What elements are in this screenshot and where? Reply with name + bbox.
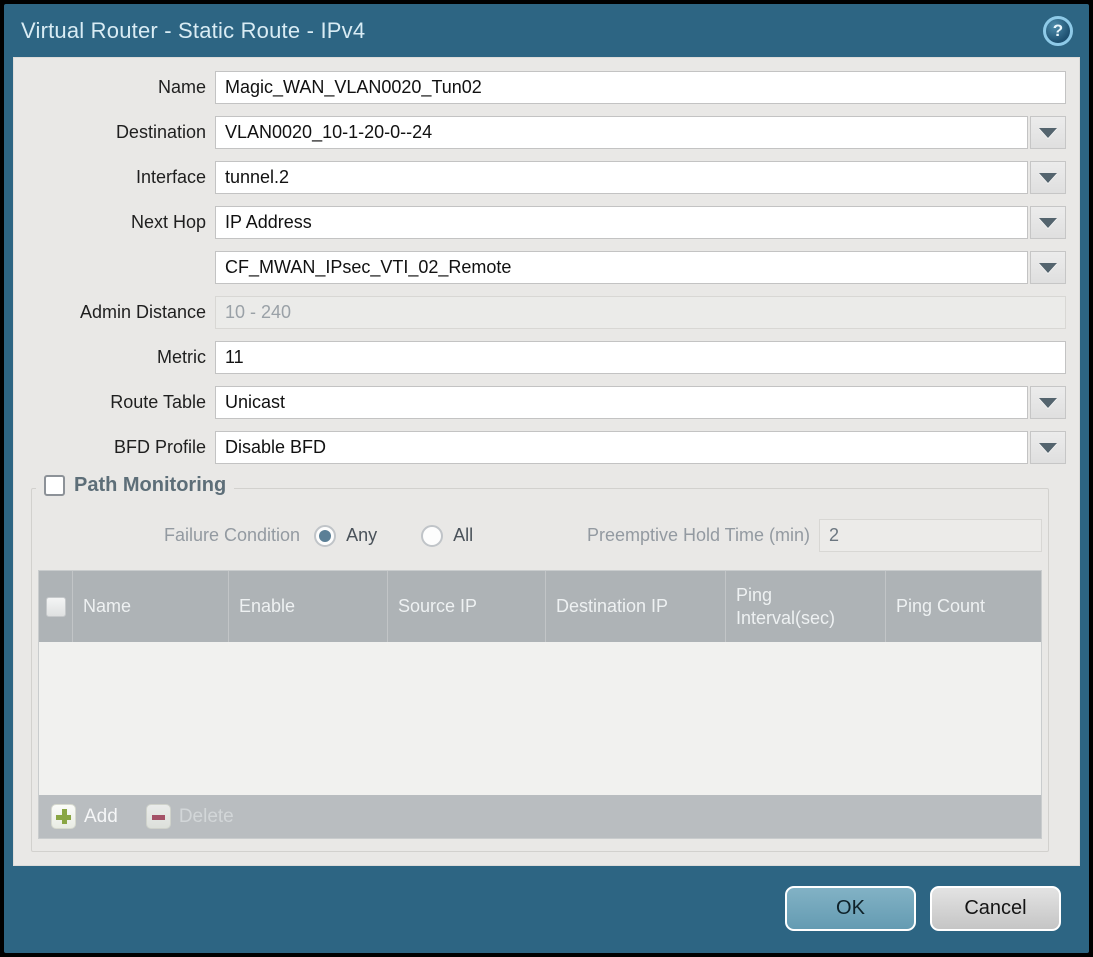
chevron-down-icon [1039, 398, 1057, 408]
dialog-content: Name Destination Interface [13, 57, 1080, 866]
column-header-source-ip[interactable]: Source IP [388, 571, 546, 642]
delete-button-label: Delete [179, 806, 234, 828]
route-table-dropdown-button[interactable] [1030, 386, 1066, 419]
table-header-row: Name Enable Source IP Destination IP Pin… [39, 571, 1041, 642]
path-monitoring-title: Path Monitoring [74, 474, 226, 497]
interface-dropdown-button[interactable] [1030, 161, 1066, 194]
preemptive-hold-time-input[interactable] [819, 519, 1042, 552]
form-row-interface: Interface [14, 161, 1066, 194]
failure-condition-all-label: All [453, 525, 473, 546]
failure-condition-any-radio[interactable] [314, 525, 336, 547]
form-row-admin-distance: Admin Distance [14, 296, 1066, 329]
form-row-name: Name [14, 71, 1066, 104]
path-monitoring-group: Path Monitoring Failure Condition Any Al… [31, 488, 1049, 852]
form-row-route-table: Route Table [14, 386, 1066, 419]
path-monitoring-options-row: Failure Condition Any All Preemptive Hol… [38, 519, 1042, 552]
path-monitoring-checkbox[interactable] [44, 475, 65, 496]
table-footer-bar: Add Delete [39, 795, 1041, 838]
add-button-label: Add [84, 806, 118, 828]
form-row-bfd-profile: BFD Profile [14, 431, 1066, 464]
failure-condition-label: Failure Condition [164, 525, 300, 546]
chevron-down-icon [1039, 263, 1057, 273]
next-hop-address-input[interactable] [215, 251, 1028, 284]
form-row-next-hop-address [14, 251, 1066, 284]
dialog-titlebar: Virtual Router - Static Route - IPv4 ? [4, 4, 1089, 57]
next-hop-label: Next Hop [14, 212, 206, 233]
path-monitoring-table: Name Enable Source IP Destination IP Pin… [38, 570, 1042, 839]
route-table-input[interactable] [215, 386, 1028, 419]
metric-input[interactable] [215, 341, 1066, 374]
dialog-footer: OK Cancel [785, 886, 1061, 931]
ok-button[interactable]: OK [785, 886, 916, 931]
failure-condition-any-label: Any [346, 525, 377, 546]
next-hop-type-dropdown-button[interactable] [1030, 206, 1066, 239]
dialog-title: Virtual Router - Static Route - IPv4 [4, 18, 365, 44]
route-table-label: Route Table [14, 392, 206, 413]
name-label: Name [14, 77, 206, 98]
bfd-profile-dropdown-button[interactable] [1030, 431, 1066, 464]
cancel-button[interactable]: Cancel [930, 886, 1061, 931]
column-header-enable[interactable]: Enable [229, 571, 388, 642]
chevron-down-icon [1039, 218, 1057, 228]
interface-label: Interface [14, 167, 206, 188]
next-hop-type-input[interactable] [215, 206, 1028, 239]
failure-condition-all-radio[interactable] [421, 525, 443, 547]
preemptive-hold-time-label: Preemptive Hold Time (min) [587, 525, 810, 546]
destination-input[interactable] [215, 116, 1028, 149]
bfd-profile-label: BFD Profile [14, 437, 206, 458]
select-all-checkbox[interactable] [46, 597, 66, 617]
bfd-profile-input[interactable] [215, 431, 1028, 464]
interface-input[interactable] [215, 161, 1028, 194]
add-button[interactable]: Add [51, 804, 118, 829]
chevron-down-icon [1039, 173, 1057, 183]
destination-label: Destination [14, 122, 206, 143]
admin-distance-input[interactable] [215, 296, 1066, 329]
admin-distance-label: Admin Distance [14, 302, 206, 323]
chevron-down-icon [1039, 128, 1057, 138]
column-header-destination-ip[interactable]: Destination IP [546, 571, 726, 642]
column-header-ping-interval[interactable]: Ping Interval(sec) [726, 571, 886, 642]
delete-button[interactable]: Delete [146, 804, 234, 829]
help-icon[interactable]: ? [1043, 16, 1073, 46]
chevron-down-icon [1039, 443, 1057, 453]
next-hop-address-dropdown-button[interactable] [1030, 251, 1066, 284]
plus-icon [51, 804, 76, 829]
name-input[interactable] [215, 71, 1066, 104]
metric-label: Metric [14, 347, 206, 368]
form-row-metric: Metric [14, 341, 1066, 374]
form-row-next-hop: Next Hop [14, 206, 1066, 239]
minus-icon [146, 804, 171, 829]
form-row-destination: Destination [14, 116, 1066, 149]
destination-dropdown-button[interactable] [1030, 116, 1066, 149]
column-header-ping-count[interactable]: Ping Count [886, 571, 1041, 642]
table-body-empty [39, 642, 1041, 795]
static-route-dialog: Virtual Router - Static Route - IPv4 ? N… [4, 4, 1089, 953]
column-header-name[interactable]: Name [73, 571, 229, 642]
